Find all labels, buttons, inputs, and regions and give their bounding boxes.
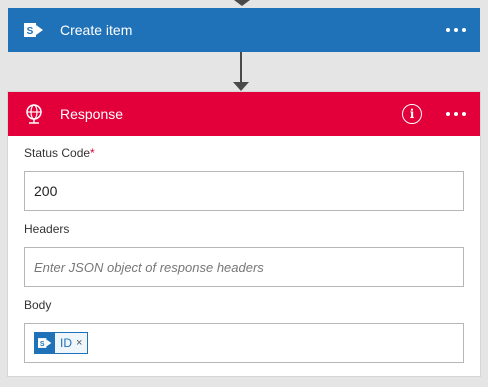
response-card: Response i Status Code* Headers Body <box>8 92 480 376</box>
status-code-input[interactable] <box>34 183 454 199</box>
required-mark: * <box>90 146 95 160</box>
status-code-label: Status Code* <box>24 146 95 160</box>
ellipsis-icon <box>446 112 466 116</box>
sharepoint-icon: S <box>35 333 55 353</box>
response-header[interactable]: Response i <box>8 92 480 136</box>
globe-network-icon <box>22 102 46 126</box>
status-code-field: Status Code* <box>24 146 464 211</box>
flow-arrow-top <box>234 0 250 6</box>
headers-input[interactable] <box>34 259 454 275</box>
create-item-title: Create item <box>60 22 133 38</box>
status-code-input-box[interactable] <box>24 171 464 211</box>
headers-input-box[interactable] <box>24 247 464 287</box>
token-label: ID <box>60 336 72 350</box>
svg-text:S: S <box>40 341 45 348</box>
create-item-more-button[interactable] <box>444 28 468 32</box>
sharepoint-icon: S <box>22 18 46 42</box>
flow-connector-line <box>240 52 242 84</box>
create-item-header[interactable]: S Create item <box>8 8 480 52</box>
response-more-button[interactable] <box>444 112 468 116</box>
response-title: Response <box>60 106 124 122</box>
info-icon[interactable]: i <box>402 104 422 124</box>
body-label: Body <box>24 298 52 312</box>
body-input-box[interactable]: S ID × <box>24 323 464 363</box>
headers-label: Headers <box>24 222 70 236</box>
create-item-card[interactable]: S Create item <box>8 8 480 52</box>
flow-arrow-down <box>233 82 249 91</box>
headers-field: Headers <box>24 222 464 287</box>
body-field: Body S ID × <box>24 298 464 363</box>
dynamic-content-token[interactable]: S ID × <box>34 332 89 354</box>
token-remove-icon[interactable]: × <box>76 337 87 349</box>
ellipsis-icon <box>446 28 466 32</box>
svg-text:S: S <box>27 26 34 37</box>
